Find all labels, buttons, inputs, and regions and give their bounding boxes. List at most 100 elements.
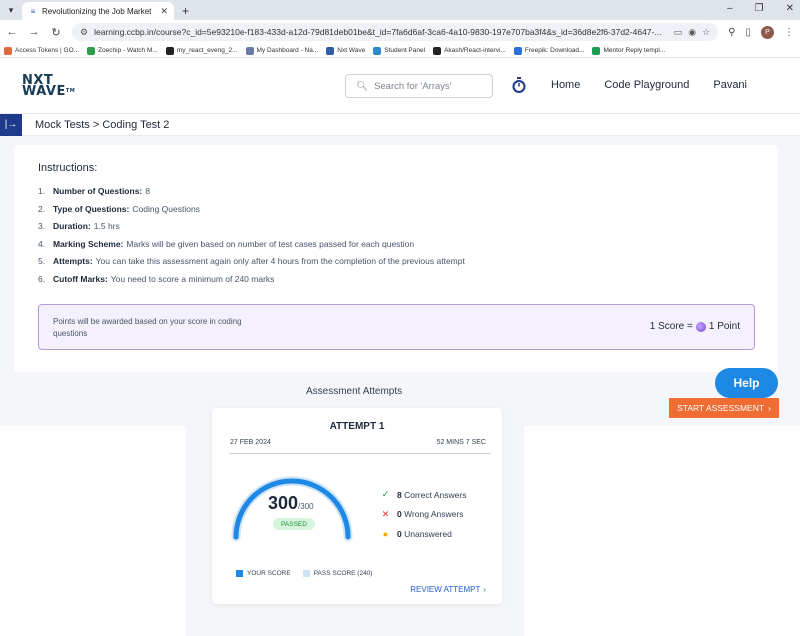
check-icon: ✓ xyxy=(381,489,390,500)
nav-home[interactable]: Home xyxy=(551,79,580,91)
bookmark-item[interactable]: my_react_eveng_2... xyxy=(165,46,238,55)
bookmark-star-icon[interactable]: ☆ xyxy=(702,27,710,38)
unanswered-count: 0 xyxy=(397,528,402,539)
instruction-item: 6. Cutoff Marks: You need to score a minim… xyxy=(38,274,465,292)
bookmark-label: Nxt Wave xyxy=(337,47,366,54)
instruction-value: Marks will be given based on number of t… xyxy=(126,238,415,249)
score-value: 300/300 xyxy=(268,493,314,514)
search-input[interactable]: 🔍︎ Search for 'Arrays' xyxy=(345,74,493,98)
chevron-right-icon: › xyxy=(483,585,486,594)
dot-icon: ● xyxy=(382,528,389,539)
close-tab-icon[interactable]: ✕ xyxy=(160,6,168,17)
instruction-number: 5. xyxy=(38,256,46,267)
start-assessment-button[interactable]: START ASSESSMENT › xyxy=(669,398,779,418)
correct-label: Correct Answers xyxy=(404,489,467,500)
bookmark-favicon-icon xyxy=(87,46,96,55)
bookmark-label: my_react_eveng_2... xyxy=(176,47,238,54)
instruction-number: 4. xyxy=(38,238,46,249)
review-attempt-link[interactable]: REVIEW ATTEMPT › xyxy=(410,585,486,594)
tracking-icon[interactable]: ◉ xyxy=(688,27,696,38)
bookmark-item[interactable]: Akash/React-intervi... xyxy=(433,46,506,55)
bookmark-item[interactable]: Student Panel xyxy=(373,46,425,55)
score-left: 1 Score = xyxy=(649,321,693,332)
install-app-icon[interactable]: ▭ xyxy=(674,27,683,38)
legend-swatch-your xyxy=(236,570,243,577)
bookmark-label: Mentor Reply templ... xyxy=(603,47,666,54)
correct-count: 8 xyxy=(397,489,402,500)
cross-icon: ✕ xyxy=(381,508,390,519)
browser-tab[interactable]: ≡ Revolutionizing the Job Market ✕ xyxy=(22,2,174,20)
nxtwave-favicon-icon: ≡ xyxy=(30,6,36,16)
menu-icon[interactable]: ⋮ xyxy=(784,27,794,38)
bookmark-label: Access Tokens | GO... xyxy=(15,47,80,54)
instructions-list: 1. Number of Questions: 8 2. Type of Questio… xyxy=(38,186,465,292)
tab-title: Revolutionizing the Job Market xyxy=(42,6,152,16)
minimize-icon[interactable]: – xyxy=(727,3,733,14)
logo-tm: TM xyxy=(65,87,76,94)
instruction-item: 3. Duration: 1.5 hrs xyxy=(38,221,465,239)
instruction-value: You need to score a minimum of 240 marks xyxy=(110,273,275,284)
wrong-label: Wrong Answers xyxy=(404,509,464,520)
instruction-value: Coding Questions xyxy=(132,203,200,214)
chevron-right-icon: › xyxy=(768,403,771,413)
right-panel xyxy=(524,426,800,636)
bookmark-item[interactable]: Freepik: Download... xyxy=(513,46,584,55)
instruction-number: 1. xyxy=(38,186,46,196)
address-bar: ← → ↻ ⚙ learning.ccbp.in/course?c_id=5e9… xyxy=(0,20,800,44)
back-icon[interactable]: ← xyxy=(6,26,18,38)
bookmark-favicon-icon xyxy=(513,46,522,55)
bookmark-item[interactable]: Nxt Wave xyxy=(326,46,366,55)
bookmark-favicon-icon xyxy=(326,46,335,55)
score-conversion: 1 Score = 1 Point xyxy=(650,321,740,332)
close-window-icon[interactable]: ✕ xyxy=(786,3,794,14)
bookmark-favicon-icon xyxy=(592,46,601,55)
score-right: 1 Point xyxy=(708,321,740,332)
nav-code-playground[interactable]: Code Playground xyxy=(604,79,689,91)
reload-icon[interactable]: ↻ xyxy=(50,26,62,39)
divider xyxy=(230,453,490,454)
review-attempt-label: REVIEW ATTEMPT xyxy=(410,585,481,594)
extensions-icon[interactable]: ⚲ xyxy=(728,27,735,38)
instruction-key: Type of Questions: xyxy=(53,203,130,214)
bookmark-item[interactable]: Mentor Reply templ... xyxy=(592,46,666,55)
side-panel-icon[interactable]: ▯ xyxy=(745,27,751,38)
bookmark-item[interactable]: Zoechip - Watch M... xyxy=(87,46,158,55)
instruction-value: 8 xyxy=(145,186,150,196)
instruction-item: 2. Type of Questions: Coding Questions xyxy=(38,204,465,222)
sidebar-toggle-button[interactable]: |→ xyxy=(0,113,22,136)
bookmark-favicon-icon xyxy=(433,46,442,55)
main-nav: Home Code Playground Pavani xyxy=(551,79,747,91)
profile-avatar[interactable]: P xyxy=(761,25,774,39)
points-text: Points will be awarded based on your sco… xyxy=(53,317,242,338)
instruction-key: Marking Scheme: xyxy=(53,238,124,249)
stopwatch-icon[interactable] xyxy=(512,77,526,93)
help-button[interactable]: Help xyxy=(715,368,778,398)
gauge-legend: YOUR SCORE PASS SCORE (240) xyxy=(236,570,372,577)
forward-icon[interactable]: → xyxy=(28,26,40,38)
left-panel xyxy=(0,426,186,636)
bookmark-item[interactable]: Access Tokens | GO... xyxy=(4,46,80,55)
restore-icon[interactable]: ❐ xyxy=(755,3,764,14)
instruction-value: 1.5 hrs xyxy=(93,221,120,232)
attempt-date: 27 FEB 2024 xyxy=(230,439,271,446)
correct-stat: ✓ 8 Correct Answers xyxy=(381,485,467,505)
status-badge: PASSED xyxy=(273,518,315,530)
attempt-card: ATTEMPT 1 27 FEB 2024 52 MINS 7 SEC 300/… xyxy=(212,408,502,604)
instruction-number: 6. xyxy=(38,273,46,284)
answer-stats: ✓ 8 Correct Answers ✕ 0 Wrong Answers ● … xyxy=(381,485,467,544)
bookmark-item[interactable]: My Dashboard - Na... xyxy=(245,46,319,55)
search-placeholder: Search for 'Arrays' xyxy=(374,80,452,92)
instruction-value: You can take this assessment again only … xyxy=(95,256,465,267)
bookmark-favicon-icon xyxy=(245,46,254,55)
url-field[interactable]: ⚙ learning.ccbp.in/course?c_id=5e93210e-… xyxy=(72,23,719,41)
instruction-key: Number of Questions: xyxy=(53,186,143,196)
new-tab-icon[interactable]: + xyxy=(182,4,189,18)
site-info-icon[interactable]: ⚙ xyxy=(80,27,88,38)
bookmarks-bar: Access Tokens | GO... Zoechip - Watch M..… xyxy=(0,44,800,58)
tab-list-dropdown-icon[interactable]: ▾ xyxy=(4,3,18,17)
points-info-box: Points will be awarded based on your sco… xyxy=(38,304,755,350)
instruction-key: Duration: xyxy=(53,221,91,232)
nxtwave-logo[interactable]: NXT WAVETM xyxy=(22,74,76,98)
nav-profile-name[interactable]: Pavani xyxy=(713,79,747,91)
bookmark-label: My Dashboard - Na... xyxy=(256,47,319,54)
